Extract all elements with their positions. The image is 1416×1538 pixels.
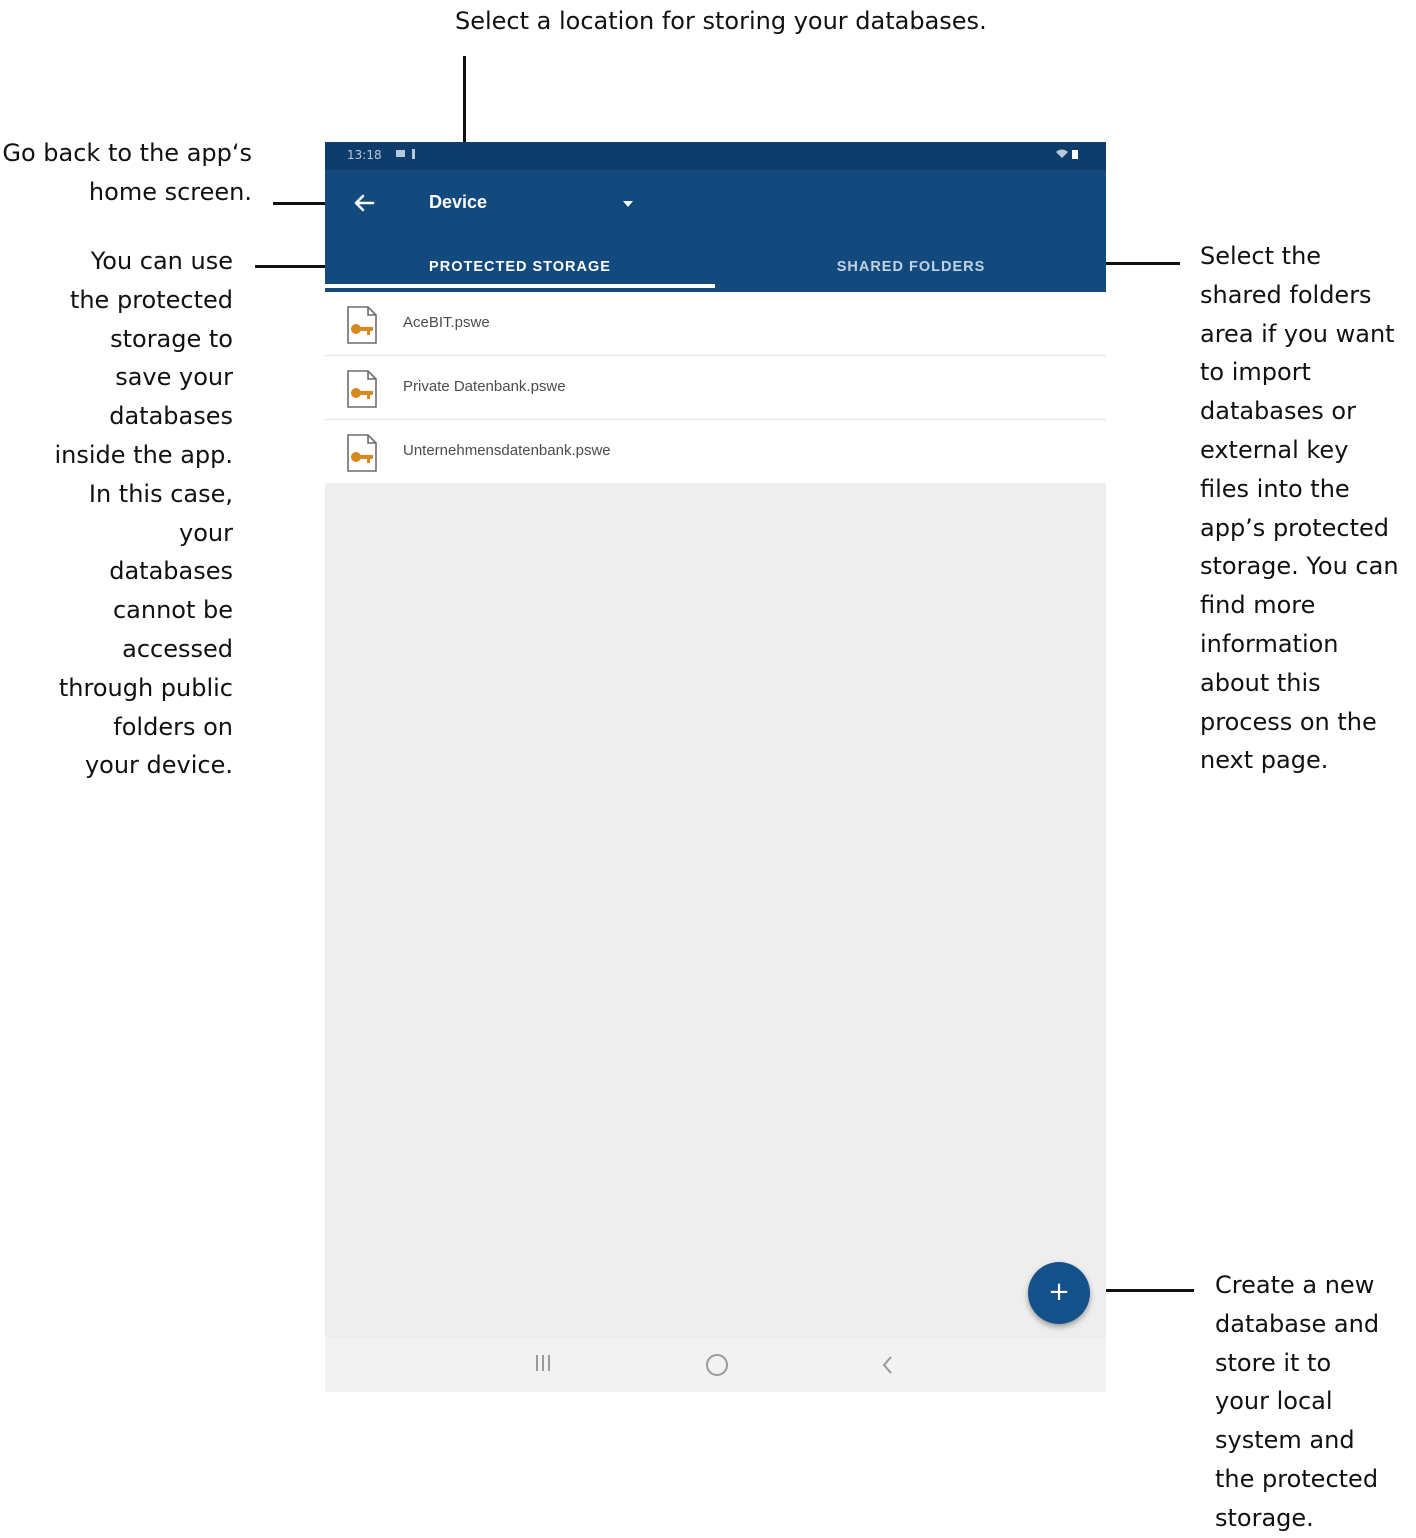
back-arrow-icon[interactable] <box>347 188 381 218</box>
list-item[interactable]: Private Datenbank.pswe <box>325 356 1106 420</box>
nav-back-icon[interactable] <box>880 1354 894 1376</box>
wifi-battery-icons <box>1054 147 1080 164</box>
database-file-icon <box>346 306 378 344</box>
plus-icon: + <box>1048 1277 1070 1307</box>
callout-shared-folders: Select the shared folders area if you wa… <box>1200 242 1399 775</box>
file-name: Unternehmensdatenbank.pswe <box>403 442 611 459</box>
file-list: AceBIT.pswe Private Datenbank.pswe Unter… <box>325 292 1106 483</box>
file-name: AceBIT.pswe <box>403 314 490 331</box>
callout-select-location: Select a location for storing your datab… <box>455 7 987 35</box>
dropdown-arrow-icon[interactable] <box>623 201 633 207</box>
database-file-icon <box>346 434 378 472</box>
device-screen: 13:18 Device PROTECTED STORAGE SHARED FO… <box>325 142 1106 1392</box>
status-time: 13:18 <box>347 148 382 162</box>
app-bar: Device PROTECTED STORAGE SHARED FOLDERS <box>325 170 1106 292</box>
callout-protected-storage: You can use the protected storage to sav… <box>54 247 234 780</box>
add-database-button[interactable]: + <box>1028 1262 1090 1324</box>
system-nav-bar <box>325 1338 1106 1392</box>
tab-shared-folders[interactable]: SHARED FOLDERS <box>716 245 1106 292</box>
status-bar: 13:18 <box>325 142 1106 170</box>
callout-go-back: Go back to the app‘s home screen. <box>2 139 252 206</box>
active-tab-indicator <box>325 284 715 288</box>
leader-line-fab <box>1097 1289 1194 1292</box>
notification-icons <box>395 147 421 164</box>
file-name: Private Datenbank.pswe <box>403 378 566 395</box>
home-icon[interactable] <box>706 1354 728 1376</box>
location-dropdown-label[interactable]: Device <box>429 192 487 213</box>
callout-create-database: Create a new database and store it to yo… <box>1215 1271 1380 1532</box>
recent-apps-icon[interactable] <box>533 1352 553 1374</box>
list-item[interactable]: Unternehmensdatenbank.pswe <box>325 420 1106 483</box>
database-file-icon <box>346 370 378 408</box>
list-item[interactable]: AceBIT.pswe <box>325 292 1106 356</box>
